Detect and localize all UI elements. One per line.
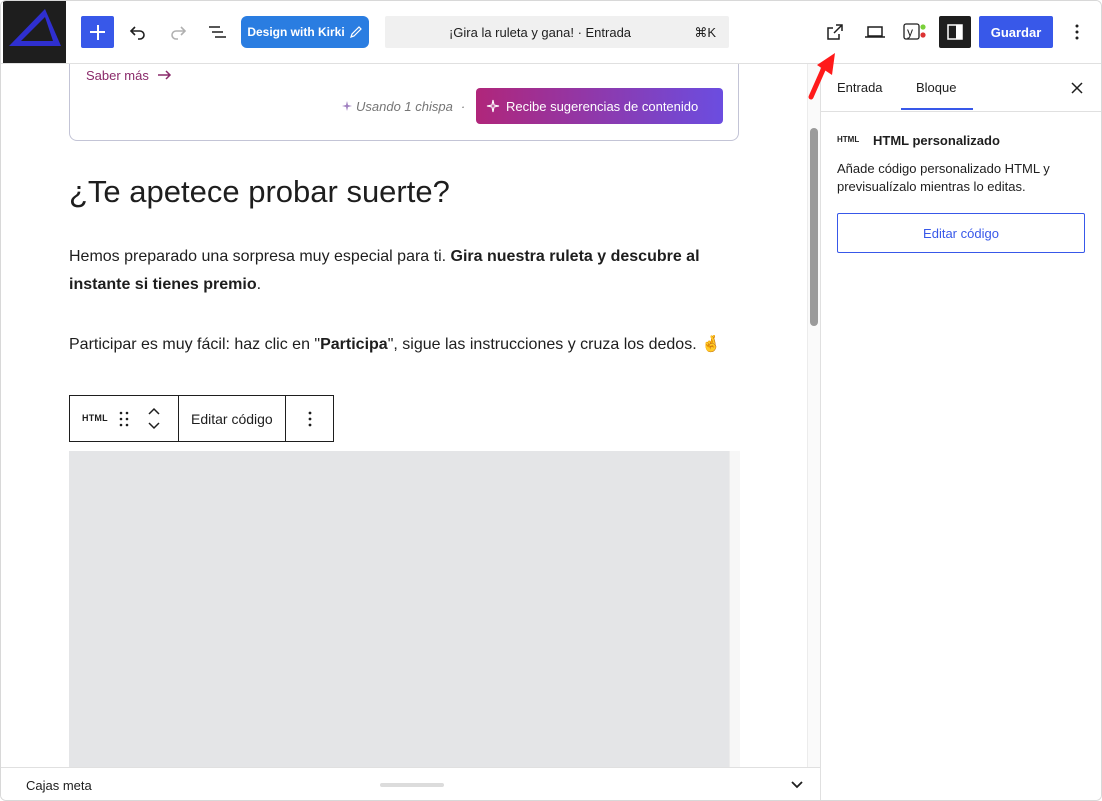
kirki-label: Design with Kirki (247, 25, 345, 39)
html-block-icon: HTML (837, 135, 860, 144)
tab-entrada[interactable]: Entrada (837, 80, 883, 95)
design-with-kirki-button[interactable]: Design with Kirki (241, 16, 369, 48)
paragraph-1[interactable]: Hemos preparado una sorpresa muy especia… (69, 243, 729, 299)
arrow-right-icon (157, 70, 171, 80)
external-link-icon (827, 24, 843, 40)
meta-boxes-label: Cajas meta (26, 778, 92, 793)
suggest-content-button[interactable]: Recibe sugerencias de contenido (476, 88, 723, 124)
more-vertical-icon (1075, 24, 1079, 40)
logo-icon (9, 9, 61, 46)
block-description: Añade código personalizado HTML y previs… (837, 161, 1050, 194)
html-block-preview[interactable] (69, 451, 729, 767)
editor-header: Design with Kirki ¡Gira la ruleta y gana… (1, 1, 1101, 64)
active-tab-indicator (901, 108, 973, 110)
svg-text:y: y (907, 25, 913, 39)
pencil-icon (349, 26, 362, 38)
redo-icon (171, 26, 187, 40)
ai-suggestions-box: Saber más Usando 1 chispa · Recibe sugere… (69, 64, 739, 141)
paragraph-1-text: Hemos preparado una sorpresa muy especia… (69, 248, 451, 265)
annotation-arrow-icon (808, 53, 835, 100)
block-title: HTML personalizado (873, 133, 1000, 148)
command-shortcut: ⌘K (694, 25, 716, 40)
chevron-down-icon[interactable] (790, 780, 804, 790)
meta-boxes-panel[interactable]: Cajas meta (1, 767, 820, 800)
paragraph-1-end: . (256, 276, 262, 293)
suggest-content-label: Recibe sugerencias de contenido (506, 98, 699, 114)
app-window: Design with Kirki ¡Gira la ruleta y gana… (0, 0, 1102, 801)
list-view-icon (209, 26, 226, 38)
paragraph-2-text: Participar es muy fácil: haz clic en " (69, 336, 321, 353)
preview-device-button[interactable] (859, 16, 891, 48)
view-post-button[interactable] (819, 16, 851, 48)
options-menu-button[interactable] (1061, 16, 1093, 48)
save-button[interactable]: Guardar (979, 16, 1053, 48)
undo-icon (129, 26, 145, 40)
command-palette[interactable]: ¡Gira la ruleta y gana! · Entrada ⌘K (385, 16, 729, 48)
paragraph-2-bold: Participa (320, 336, 388, 353)
paragraph-2-end: ", sigue las instrucciones y cruza los d… (387, 336, 722, 353)
yoast-button[interactable]: y (898, 16, 930, 48)
document-title: ¡Gira la ruleta y gana! · Entrada (448, 25, 632, 40)
settings-sidebar-toggle[interactable] (939, 16, 971, 48)
settings-sidebar: Entrada Bloque HTML HTML personalizado A… (820, 64, 1101, 800)
learn-more-label: Saber más (86, 68, 149, 83)
editor-scrollbar[interactable] (807, 64, 821, 767)
toolbar-divider (285, 396, 286, 441)
tab-bloque[interactable]: Bloque (916, 80, 956, 95)
chevron-down-icon[interactable] (147, 421, 161, 431)
spark-usage-label: Usando 1 chispa (356, 99, 453, 114)
undo-button[interactable] (122, 16, 154, 48)
toolbar-divider (178, 396, 179, 441)
edit-code-toolbar-button[interactable]: Editar código (191, 411, 273, 427)
spark-usage-text: Usando 1 chispa · (342, 99, 465, 114)
resize-handle[interactable] (380, 783, 444, 787)
learn-more-link[interactable]: Saber más (86, 68, 173, 83)
sidebar-tabs: Entrada Bloque (821, 64, 1101, 112)
scrollbar-thumb[interactable] (810, 128, 818, 326)
sidebar-toggle-icon (947, 24, 963, 40)
list-view-button[interactable] (201, 16, 233, 48)
redo-button[interactable] (162, 16, 194, 48)
paragraph-2[interactable]: Participar es muy fácil: haz clic en "Pa… (69, 331, 729, 359)
drag-handle-icon[interactable] (118, 410, 130, 428)
sparkle-icon (486, 99, 500, 113)
block-type-button[interactable]: HTML (82, 413, 108, 423)
more-vertical-icon[interactable] (300, 409, 320, 429)
close-icon[interactable] (1067, 78, 1087, 98)
post-heading[interactable]: ¿Te apetece probar suerte? (69, 174, 450, 210)
yoast-icon: y (903, 23, 926, 40)
block-toolbar: HTML Editar código (69, 395, 334, 442)
editor-canvas: Saber más Usando 1 chispa · Recibe sugere… (1, 64, 807, 767)
site-logo[interactable] (3, 1, 66, 63)
edit-code-button[interactable]: Editar código (837, 213, 1085, 253)
add-block-button[interactable] (81, 16, 114, 48)
html-preview-edge (729, 451, 740, 767)
sparkle-icon (342, 101, 352, 111)
dot-separator: · (460, 99, 466, 114)
chevron-up-icon[interactable] (147, 406, 161, 416)
laptop-preview-icon (865, 26, 885, 38)
